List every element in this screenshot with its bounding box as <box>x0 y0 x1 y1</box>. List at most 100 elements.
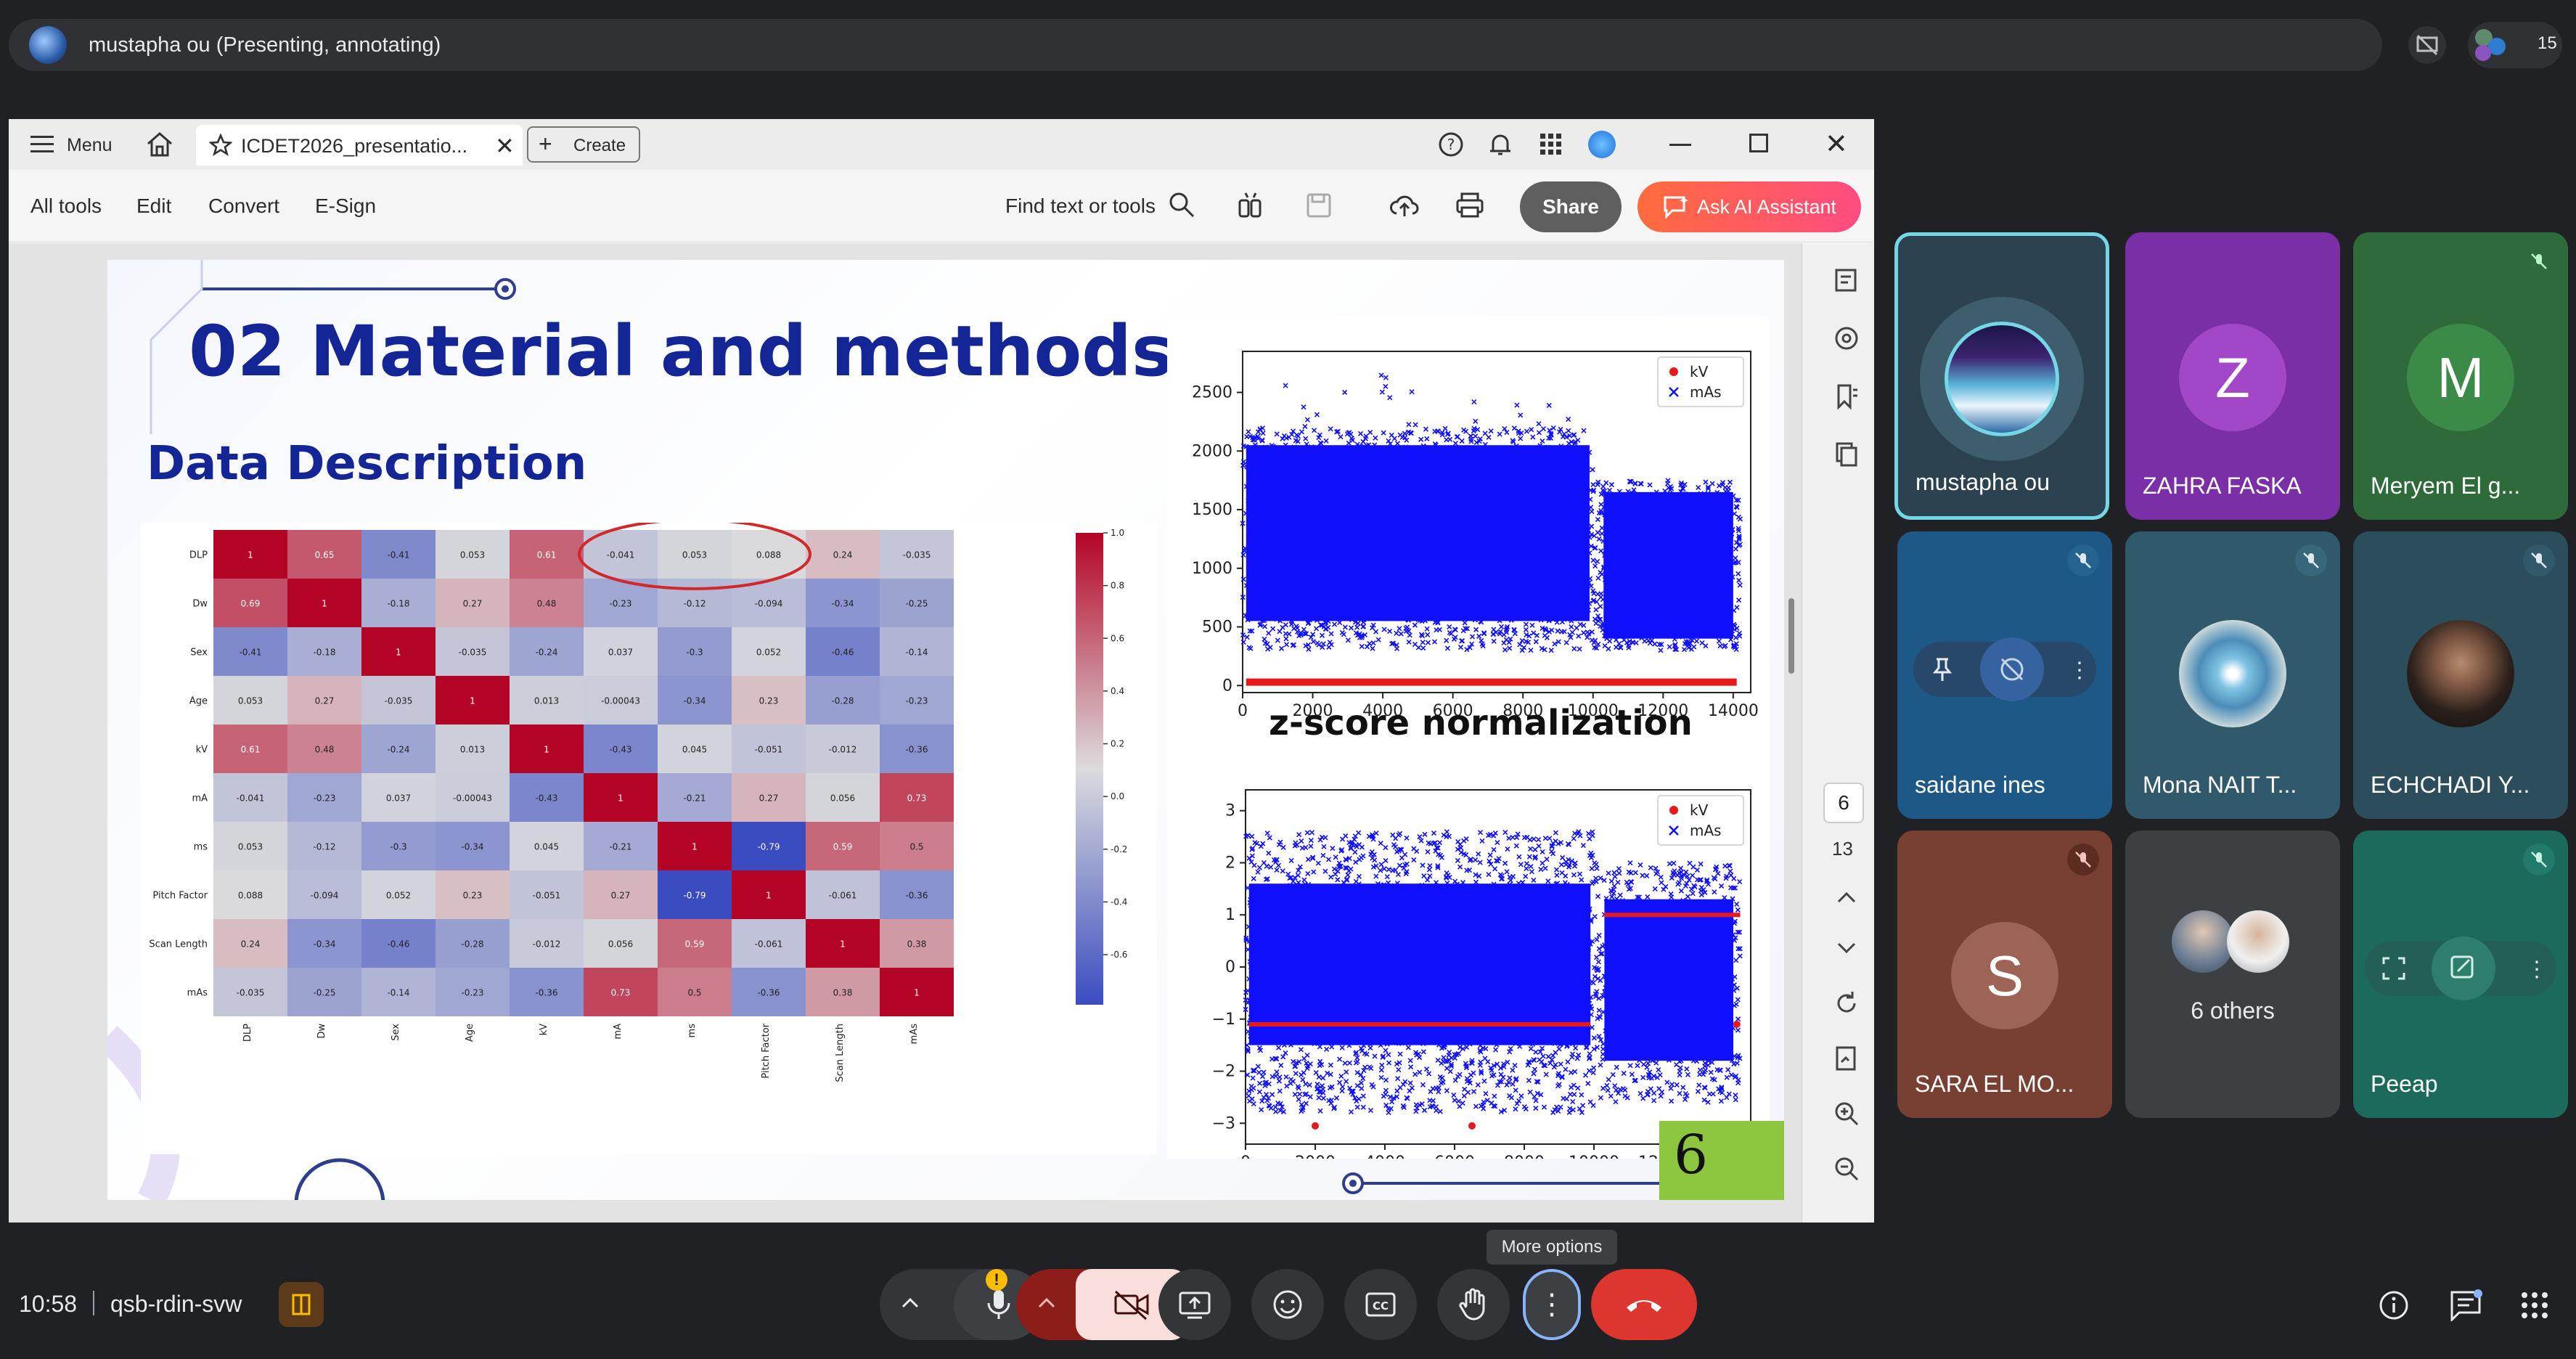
minimize-icon[interactable] <box>1669 144 1691 146</box>
pin-icon[interactable] <box>1929 656 1955 686</box>
emoji-icon <box>1273 1290 1302 1319</box>
close-window-icon[interactable]: ✕ <box>1825 128 1848 160</box>
heatmap-cell-label: -0.79 <box>757 842 780 852</box>
chevron-up-icon[interactable] <box>1036 1295 1057 1313</box>
bookmark-icon[interactable] <box>1831 380 1863 412</box>
heatmap-cell-label: 0.037 <box>386 793 411 804</box>
create-label: Create <box>573 136 626 155</box>
divider <box>93 1291 94 1315</box>
ask-ai-assistant-button[interactable]: Ask AI Assistant <box>1637 181 1861 232</box>
y-tick-label: −2 <box>1212 1063 1235 1081</box>
heatmap-cell-label: -0.094 <box>311 891 339 901</box>
tool-edit[interactable]: Edit <box>136 195 171 218</box>
current-page-indicator[interactable]: 6 <box>1823 783 1864 823</box>
heatmap-cell-label: -0.035 <box>903 550 931 560</box>
zoom-out-icon[interactable] <box>1831 1153 1863 1185</box>
host-controls-icon[interactable] <box>279 1282 324 1327</box>
others-label: 6 others <box>2191 997 2275 1024</box>
stop-presenting-icon[interactable] <box>2408 26 2446 64</box>
series-kv-band <box>1246 678 1737 686</box>
menu-label[interactable]: Menu <box>67 135 113 156</box>
chevron-down-icon[interactable] <box>1831 932 1863 964</box>
scrollbar-thumb[interactable] <box>1788 598 1794 674</box>
chat-icon[interactable] <box>1831 322 1863 354</box>
heatmap-cell-label: 0.088 <box>756 550 781 560</box>
tile-saidane-ines[interactable]: ⋮ saidane ines <box>1897 531 2112 819</box>
heatmap-cell-label: 0.24 <box>833 550 853 560</box>
tile-meryem[interactable]: M Meryem El g... <box>2353 232 2568 520</box>
tile-mona[interactable]: Mona NAIT T... <box>2125 531 2340 819</box>
account-avatar[interactable] <box>1588 131 1616 158</box>
ai-tools-icon[interactable] <box>1235 190 1266 224</box>
print-icon[interactable] <box>1455 192 1485 223</box>
y-tick-label: 1000 <box>1192 560 1232 578</box>
tool-all-tools[interactable]: All tools <box>30 195 102 218</box>
tool-esign[interactable]: E-Sign <box>315 195 376 218</box>
presentation-bar: mustapha ou (Presenting, annotating) <box>9 19 2382 71</box>
heatmap-cell-label: 0.73 <box>611 988 631 998</box>
apps-icon[interactable] <box>1539 132 1563 160</box>
participant-name: SARA EL MO... <box>1915 1071 2074 1097</box>
document-tab[interactable]: ICDET2026_presentatio... ✕ <box>196 125 523 166</box>
tool-convert[interactable]: Convert <box>208 195 279 218</box>
zscore-normalization-label: z-score normalization <box>1269 703 1693 743</box>
captions-button[interactable]: CC <box>1344 1269 1417 1340</box>
raise-hand-button[interactable] <box>1437 1269 1510 1340</box>
series-mas-dense <box>1246 445 1590 621</box>
comment-panel-icon[interactable] <box>1831 264 1863 296</box>
heatmap-cell-label: 1 <box>766 891 772 901</box>
save-icon[interactable] <box>1305 192 1333 223</box>
tile-others[interactable]: 6 others <box>2125 830 2340 1118</box>
reactions-button[interactable] <box>1251 1269 1324 1340</box>
heatmap-cell-label: -0.012 <box>829 745 857 755</box>
tile-echchadi[interactable]: ECHCHADI Y... <box>2353 531 2568 819</box>
chat-icon[interactable] <box>2449 1289 2482 1325</box>
search-icon[interactable] <box>1167 190 1196 223</box>
heatmap-cell-label: 0.23 <box>463 891 483 901</box>
leave-call-button[interactable] <box>1591 1269 1697 1340</box>
chevron-up-icon[interactable] <box>1831 881 1863 913</box>
rotate-icon[interactable] <box>1831 987 1863 1019</box>
activities-icon[interactable] <box>2520 1291 2549 1323</box>
close-tab-icon[interactable]: ✕ <box>495 132 515 160</box>
help-icon[interactable]: ? <box>1437 131 1465 162</box>
y-tick-label: 1 <box>1225 906 1235 924</box>
participant-initial: S <box>1951 922 2058 1029</box>
home-icon[interactable] <box>145 131 174 162</box>
tile-mustapha-ou[interactable]: mustapha ou <box>1894 232 2109 520</box>
heatmap-cell-label: 0.65 <box>315 550 335 560</box>
legend-label: mAs <box>1690 822 1722 839</box>
remove-from-view-icon[interactable] <box>2432 936 2495 1000</box>
share-button[interactable]: Share <box>1520 181 1622 232</box>
colorbar-tick-label: 1.0 <box>1111 528 1124 538</box>
frame-icon[interactable] <box>2381 955 2407 985</box>
zoom-in-icon[interactable] <box>1831 1098 1863 1130</box>
more-vert-icon[interactable]: ⋮ <box>2069 658 2090 683</box>
star-icon[interactable] <box>208 133 233 160</box>
heatmap-row-label: Age <box>189 696 208 707</box>
page-tools-icon[interactable] <box>1831 1042 1863 1074</box>
tile-peeap[interactable]: ⋮ Peeap <box>2353 830 2568 1118</box>
mute-participant-icon[interactable] <box>1980 637 2044 701</box>
pages-icon[interactable] <box>1831 438 1863 470</box>
tile-zahra-faska[interactable]: Z ZAHRA FASKA <box>2125 232 2340 520</box>
more-options-button[interactable]: ⋮ <box>1523 1269 1581 1340</box>
bell-icon[interactable] <box>1487 131 1514 162</box>
chevron-up-icon[interactable] <box>900 1295 920 1313</box>
tile-sara[interactable]: S SARA EL MO... <box>1897 830 2112 1118</box>
heatmap-col-label: Scan Length <box>835 1024 846 1082</box>
heatmap-cell-label: 0.053 <box>682 550 707 560</box>
create-button[interactable]: + Create <box>527 126 640 163</box>
heatmap-col-label: mAs <box>909 1024 920 1045</box>
upload-cloud-icon[interactable] <box>1389 192 1420 223</box>
participant-name: Mona NAIT T... <box>2143 772 2297 798</box>
more-vert-icon[interactable]: ⋮ <box>2526 957 2548 982</box>
meeting-info-icon[interactable] <box>2378 1289 2410 1325</box>
x-tick-label: 14000 <box>1708 702 1759 720</box>
heatmap-row-label: mAs <box>187 988 208 999</box>
find-tools[interactable]: Find text or tools <box>1005 195 1156 218</box>
heatmap-cell-label: -0.041 <box>237 793 265 804</box>
present-screen-button[interactable] <box>1158 1269 1231 1340</box>
maximize-icon[interactable] <box>1749 134 1768 152</box>
hamburger-icon[interactable] <box>30 135 54 158</box>
